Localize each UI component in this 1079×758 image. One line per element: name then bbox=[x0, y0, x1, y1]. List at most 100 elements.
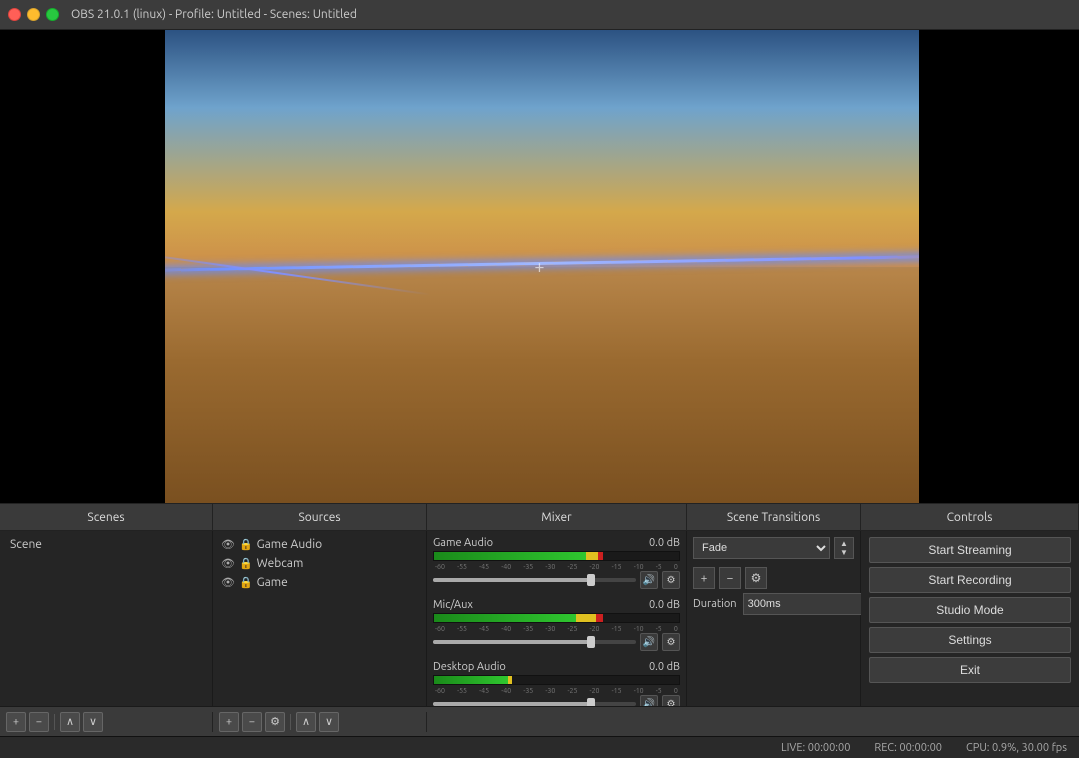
meter-ticks-1: -60-55-45-40-35-30-25-20-15-10-50 bbox=[433, 563, 680, 571]
mixer-channel-game-audio: Game Audio 0.0 dB -60-55-45-40-35-30-25-… bbox=[431, 535, 682, 591]
studio-mode-button[interactable]: Studio Mode bbox=[869, 597, 1071, 623]
meter-ticks-3: -60-55-45-40-35-30-25-20-15-10-50 bbox=[433, 687, 680, 695]
transitions-header: Scene Transitions bbox=[687, 504, 861, 530]
sources-label: Sources bbox=[298, 511, 340, 524]
duration-row: Duration ▲ ▼ bbox=[693, 593, 854, 615]
scenes-add-button[interactable]: + bbox=[6, 712, 26, 732]
meter-ticks-2: -60-55-45-40-35-30-25-20-15-10-50 bbox=[433, 625, 680, 633]
sources-panel: 👁 🔒 Game Audio 👁 🔒 Webcam 👁 🔒 Game bbox=[213, 531, 427, 706]
scenes-label: Scenes bbox=[87, 511, 124, 524]
preview-border-right bbox=[919, 30, 1079, 503]
source-item-game-audio[interactable]: 👁 🔒 Game Audio bbox=[215, 535, 424, 554]
toolbar-sep-1 bbox=[54, 714, 55, 730]
fader-track-2[interactable] bbox=[433, 640, 636, 644]
meter-yellow-3 bbox=[508, 676, 513, 684]
fader-fill-2 bbox=[433, 640, 591, 644]
source-name-game-audio: Game Audio bbox=[257, 538, 322, 551]
source-name-webcam: Webcam bbox=[257, 557, 304, 570]
sources-add-button[interactable]: + bbox=[219, 712, 239, 732]
source-item-game[interactable]: 👁 🔒 Game bbox=[215, 573, 424, 592]
fader-fill-1 bbox=[433, 578, 591, 582]
start-recording-button[interactable]: Start Recording bbox=[869, 567, 1071, 593]
mixer-channel-name-1: Game Audio bbox=[433, 537, 493, 549]
source-item-webcam[interactable]: 👁 🔒 Webcam bbox=[215, 554, 424, 573]
mixer-channel-desktop-audio: Desktop Audio 0.0 dB -60-55-45-40-35-30-… bbox=[431, 659, 682, 706]
content-row: Scene 👁 🔒 Game Audio 👁 🔒 Webcam 👁 🔒 Game bbox=[0, 531, 1079, 706]
mixer-panel: Game Audio 0.0 dB -60-55-45-40-35-30-25-… bbox=[427, 531, 687, 706]
bottom-panel: Scenes Sources Mixer Scene Transitions C… bbox=[0, 503, 1079, 758]
meter-yellow-2 bbox=[576, 614, 596, 622]
rec-status: REC: 00:00:00 bbox=[874, 742, 942, 754]
preview-area: + bbox=[0, 30, 1079, 503]
statusbar: LIVE: 00:00:00 REC: 00:00:00 CPU: 0.9%, … bbox=[0, 736, 1079, 758]
visibility-icon: 👁 bbox=[221, 538, 235, 551]
mixer-settings-2[interactable]: ⚙ bbox=[662, 633, 680, 651]
sources-move-up-button[interactable]: ∧ bbox=[296, 712, 316, 732]
visibility-icon-3: 👁 bbox=[221, 576, 235, 589]
meter-green-2 bbox=[434, 614, 576, 622]
mixer-channel-mic-aux: Mic/Aux 0.0 dB -60-55-45-40-35-30-25-20-… bbox=[431, 597, 682, 653]
scenes-move-down-button[interactable]: ∨ bbox=[83, 712, 103, 732]
mute-button-2[interactable]: 🔊 bbox=[640, 633, 658, 651]
fader-thumb-3[interactable] bbox=[587, 698, 595, 706]
cpu-status: CPU: 0.9%, 30.00 fps bbox=[966, 742, 1067, 754]
sources-toolbar: + − ⚙ ∧ ∨ bbox=[213, 712, 427, 732]
controls-panel: Start Streaming Start Recording Studio M… bbox=[861, 531, 1079, 706]
scenes-remove-button[interactable]: − bbox=[29, 712, 49, 732]
mixer-label: Mixer bbox=[541, 511, 571, 524]
fader-row-3: 🔊 ⚙ bbox=[433, 695, 680, 706]
transition-settings-button[interactable]: ⚙ bbox=[745, 567, 767, 589]
mute-button-3[interactable]: 🔊 bbox=[640, 695, 658, 706]
crosshair: + bbox=[534, 257, 544, 277]
meter-3 bbox=[433, 675, 680, 685]
live-status: LIVE: 00:00:00 bbox=[781, 742, 850, 754]
mixer-settings-1[interactable]: ⚙ bbox=[662, 571, 680, 589]
maximize-button[interactable] bbox=[46, 8, 59, 21]
mixer-db-1: 0.0 dB bbox=[649, 537, 680, 549]
fader-track-3[interactable] bbox=[433, 702, 636, 706]
sources-remove-button[interactable]: − bbox=[242, 712, 262, 732]
fader-row-2: 🔊 ⚙ bbox=[433, 633, 680, 651]
mixer-db-3: 0.0 dB bbox=[649, 661, 680, 673]
source-name-game: Game bbox=[257, 576, 288, 589]
controls-label: Controls bbox=[947, 511, 993, 524]
scenes-header: Scenes bbox=[0, 504, 213, 530]
transitions-label: Scene Transitions bbox=[727, 511, 820, 524]
meter-yellow-1 bbox=[586, 552, 598, 560]
transition-select-row: Fade ▲ ▼ bbox=[693, 537, 854, 559]
scenes-toolbar: + − ∧ ∨ bbox=[0, 712, 213, 732]
transition-buttons-row: + − ⚙ bbox=[693, 567, 854, 589]
start-streaming-button[interactable]: Start Streaming bbox=[869, 537, 1071, 563]
fader-fill-3 bbox=[433, 702, 591, 706]
window-title: OBS 21.0.1 (linux) - Profile: Untitled -… bbox=[71, 8, 357, 21]
sources-header: Sources bbox=[213, 504, 427, 530]
fader-thumb-2[interactable] bbox=[587, 636, 595, 648]
mixer-settings-3[interactable]: ⚙ bbox=[662, 695, 680, 706]
remove-transition-button[interactable]: − bbox=[719, 567, 741, 589]
close-button[interactable] bbox=[8, 8, 21, 21]
add-transition-button[interactable]: + bbox=[693, 567, 715, 589]
mute-button-1[interactable]: 🔊 bbox=[640, 571, 658, 589]
meter-green-3 bbox=[434, 676, 508, 684]
fader-thumb-1[interactable] bbox=[587, 574, 595, 586]
mixer-channel-name-3: Desktop Audio bbox=[433, 661, 506, 673]
transition-arrow[interactable]: ▲ ▼ bbox=[834, 537, 854, 559]
duration-label: Duration bbox=[693, 598, 737, 610]
mixer-db-2: 0.0 dB bbox=[649, 599, 680, 611]
sections-header: Scenes Sources Mixer Scene Transitions C… bbox=[0, 503, 1079, 531]
transitions-panel: Fade ▲ ▼ + − ⚙ Duration ▲ ▼ bbox=[687, 531, 861, 706]
scene-item[interactable]: Scene bbox=[2, 535, 210, 554]
lock-icon-2: 🔒 bbox=[239, 557, 253, 570]
sources-move-down-button[interactable]: ∨ bbox=[319, 712, 339, 732]
exit-button[interactable]: Exit bbox=[869, 657, 1071, 683]
meter-1 bbox=[433, 551, 680, 561]
settings-button[interactable]: Settings bbox=[869, 627, 1071, 653]
mixer-header: Mixer bbox=[427, 504, 687, 530]
sources-settings-button[interactable]: ⚙ bbox=[265, 712, 285, 732]
scenes-move-up-button[interactable]: ∧ bbox=[60, 712, 80, 732]
toolbar-sep-2 bbox=[290, 714, 291, 730]
fader-track-1[interactable] bbox=[433, 578, 636, 582]
transition-select[interactable]: Fade bbox=[693, 537, 830, 559]
minimize-button[interactable] bbox=[27, 8, 40, 21]
meter-2 bbox=[433, 613, 680, 623]
